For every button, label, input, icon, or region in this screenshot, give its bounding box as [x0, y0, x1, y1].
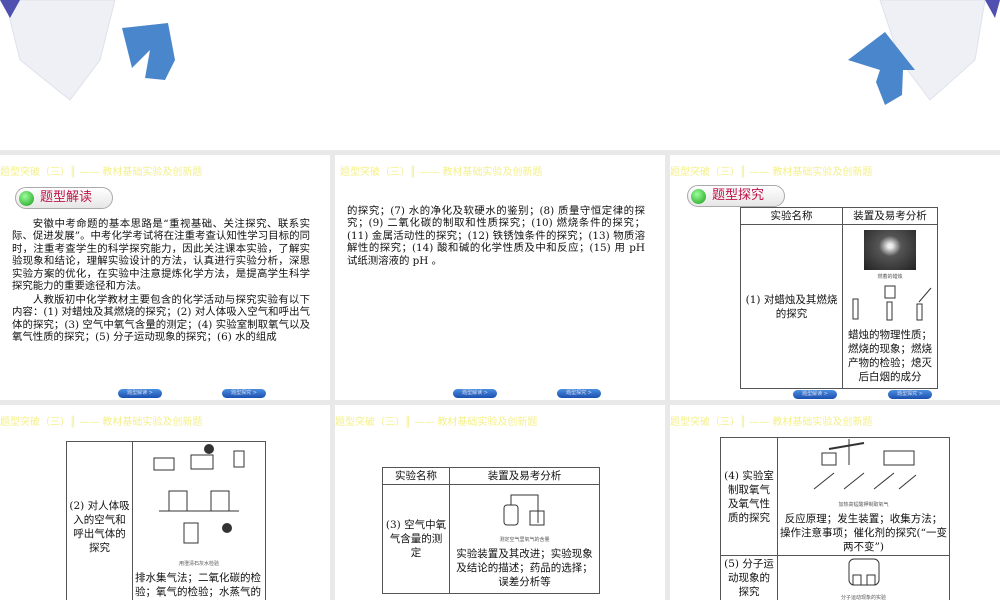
slide-thumbnail-4[interactable]: 题型突破（三）║ —— 教材基础实验及创新题 (2) 对人体吸入的空气和呼出气体…: [0, 405, 330, 600]
candle-experiment-diagram: [852, 285, 932, 320]
analysis-text: 蜡烛的物理性质；燃烧的现象；燃烧产物的检验；熄灭后白烟的成分: [848, 328, 932, 383]
slide-thumbnail-6[interactable]: 题型突破（三）║ —— 教材基础实验及创新题 (4) 实验室制取氧气及氧气性质的…: [670, 405, 1000, 600]
green-dot-icon: [691, 189, 706, 204]
experiment-name: (3) 空气中氧气含量的测定: [382, 484, 450, 594]
slide-thumbnail-3[interactable]: 题型突破（三）║ —— 教材基础实验及创新题 题型探究 实验名称 装置及易考分析 …: [670, 155, 1000, 400]
green-dot-icon: [19, 191, 34, 206]
badge-label: 题型探究: [712, 188, 765, 203]
slide-header: 题型突破（三）║ —— 教材基础实验及创新题: [0, 417, 203, 428]
nav-button-prev[interactable]: 题型解读 >: [793, 390, 837, 399]
breath-experiment-diagram: [153, 444, 245, 544]
figure-caption-5: 分子运动现象的实验: [840, 595, 886, 600]
oxygen-preparation-diagram: [813, 439, 916, 490]
col-header-name: 实验名称: [740, 207, 843, 225]
slide-thumbnail-5[interactable]: 题型突破（三）║ —— 教材基础实验及创新题 实验名称 装置及易考分析 (3) 空…: [335, 405, 665, 600]
intro-paragraph: 安徽中考命题的基本思路是“重视基础、关注探究、联系实际、促进发展”。中考化学考试…: [12, 218, 310, 293]
nav-button-next[interactable]: 题型探究 >: [557, 389, 601, 398]
slide-header: 题型突破（三）║ —— 教材基础实验及创新题: [670, 417, 873, 428]
experiment-table: (4) 实验室制取氧气及氧气性质的探究 加热高锰酸钾制取氧气 反应原理；发生装置…: [720, 437, 950, 600]
figure-caption: 用澄清石灰水检验: [178, 561, 219, 567]
content-paragraph: 人教版初中化学教材主要包含的化学活动与探究实验有以下内容：(1) 对蜡烛及其燃烧…: [12, 294, 310, 344]
section-badge: 题型解读: [15, 187, 113, 209]
section-badge: 题型探究: [687, 185, 785, 207]
col-header-name: 实验名称: [382, 467, 450, 485]
slide-header: 题型突破（三）║ —— 教材基础实验及创新题: [0, 167, 203, 178]
analysis-text: 实验装置及其改进；实验现象及结论的描述；药品的选择；误差分析等: [456, 548, 593, 588]
molecule-motion-diagram: [848, 558, 879, 586]
content-paragraph: 的探究；(7) 水的净化及软硬水的鉴别；(8) 质量守恒定律的探究；(9) 二氧…: [347, 205, 645, 267]
experiment-name-4: (4) 实验室制取氧气及氧气性质的探究: [720, 437, 778, 556]
experiment-table: 实验名称 装置及易考分析 (1) 对蜡烛及其燃烧的探究 燃着的蜡烛 蜡烛的物理性质…: [740, 207, 938, 389]
col-header-analysis: 装置及易考分析: [842, 207, 938, 225]
oxygen-content-apparatus-diagram: [503, 494, 544, 526]
slide-thumbnail-2[interactable]: 题型突破（三）║ —— 教材基础实验及创新题 的探究；(7) 水的净化及软硬水的…: [335, 155, 665, 400]
decorative-arrows-graphic: [0, 0, 1000, 105]
slide-header: 题型突破（三）║ —— 教材基础实验及创新题: [340, 167, 543, 178]
experiment-name: (1) 对蜡烛及其燃烧的探究: [740, 224, 843, 389]
candle-photo: [864, 229, 916, 270]
experiment-table: 实验名称 装置及易考分析 (3) 空气中氧气含量的测定 测定空气里氧气的含量 实验…: [382, 467, 600, 594]
nav-button-next[interactable]: 题型探究 >: [222, 389, 266, 398]
figure-caption: 燃着的蜡烛: [877, 273, 903, 280]
experiment-name-5: (5) 分子运动现象的探究: [720, 555, 778, 600]
experiment-name: (2) 对人体吸入的空气和呼出气体的探究: [66, 441, 133, 600]
nav-button-prev[interactable]: 题型解读 >: [118, 389, 162, 398]
analysis-text-4: 反应原理；发生装置；收集方法；操作注意事项；催化剂的探究(“一变两不变”): [780, 513, 947, 553]
analysis-text: 排水集气法；二氧化碳的检验；氧气的检验；水蒸气的: [135, 572, 261, 598]
experiment-table: (2) 对人体吸入的空气和呼出气体的探究 用澄清石灰水检验 排水集气法；二氧化碳…: [66, 441, 266, 600]
nav-button-next[interactable]: 题型探究 >: [888, 390, 932, 399]
figure-caption-4: 加热高锰酸钾制取氧气: [838, 502, 889, 508]
slide-header: 题型突破（三）║ —— 教材基础实验及创新题: [670, 167, 873, 178]
badge-label: 题型解读: [40, 190, 93, 205]
nav-button-prev[interactable]: 题型解读 >: [453, 389, 497, 398]
slide-thumbnail-1[interactable]: 题型突破（三）║ —— 教材基础实验及创新题 题型解读 安徽中考命题的基本思路是…: [0, 155, 330, 400]
slide-header: 题型突破（三）║ —— 教材基础实验及创新题: [335, 417, 538, 428]
figure-caption: 测定空气里氧气的含量: [499, 537, 550, 543]
previous-slide-partial[interactable]: [0, 0, 1000, 150]
col-header-analysis: 装置及易考分析: [449, 467, 600, 485]
